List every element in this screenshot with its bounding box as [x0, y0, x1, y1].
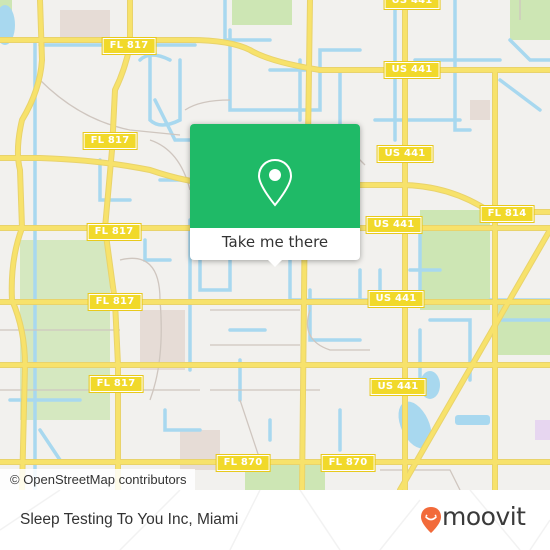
road-label-us441: US 441: [383, 0, 441, 10]
location-pin-icon: [257, 158, 293, 207]
footer: Sleep Testing To You Inc, Miami moovit: [0, 490, 550, 550]
road-label-us441: US 441: [369, 378, 427, 396]
road-label-fl817: FL 817: [88, 375, 144, 393]
brand-wordmark: moovit: [442, 502, 526, 531]
road-label-us441: US 441: [365, 216, 423, 234]
location-popup[interactable]: Take me there: [190, 124, 360, 267]
road-label-fl870: FL 870: [215, 454, 271, 472]
road-label-fl817: FL 817: [82, 132, 138, 150]
moovit-pin-icon: [421, 507, 441, 533]
popup-pointer: [266, 258, 284, 267]
road-label-fl817: FL 817: [86, 223, 142, 241]
road-label-fl814: FL 814: [479, 205, 535, 223]
map-view[interactable]: FL 817 FL 817 FL 817 FL 817 FL 817 FL 87…: [0, 0, 550, 490]
road-label-fl817: FL 817: [87, 293, 143, 311]
road-label-us441: US 441: [367, 290, 425, 308]
road-label-fl817: FL 817: [101, 37, 157, 55]
road-label-fl870: FL 870: [320, 454, 376, 472]
map-attribution[interactable]: © OpenStreetMap contributors: [0, 469, 195, 490]
road-label-us441: US 441: [383, 61, 441, 79]
take-me-there-button[interactable]: [190, 124, 360, 228]
road-label-us441: US 441: [376, 145, 434, 163]
place-name: Sleep Testing To You Inc, Miami: [20, 511, 239, 528]
take-me-there-label[interactable]: Take me there: [190, 228, 360, 260]
